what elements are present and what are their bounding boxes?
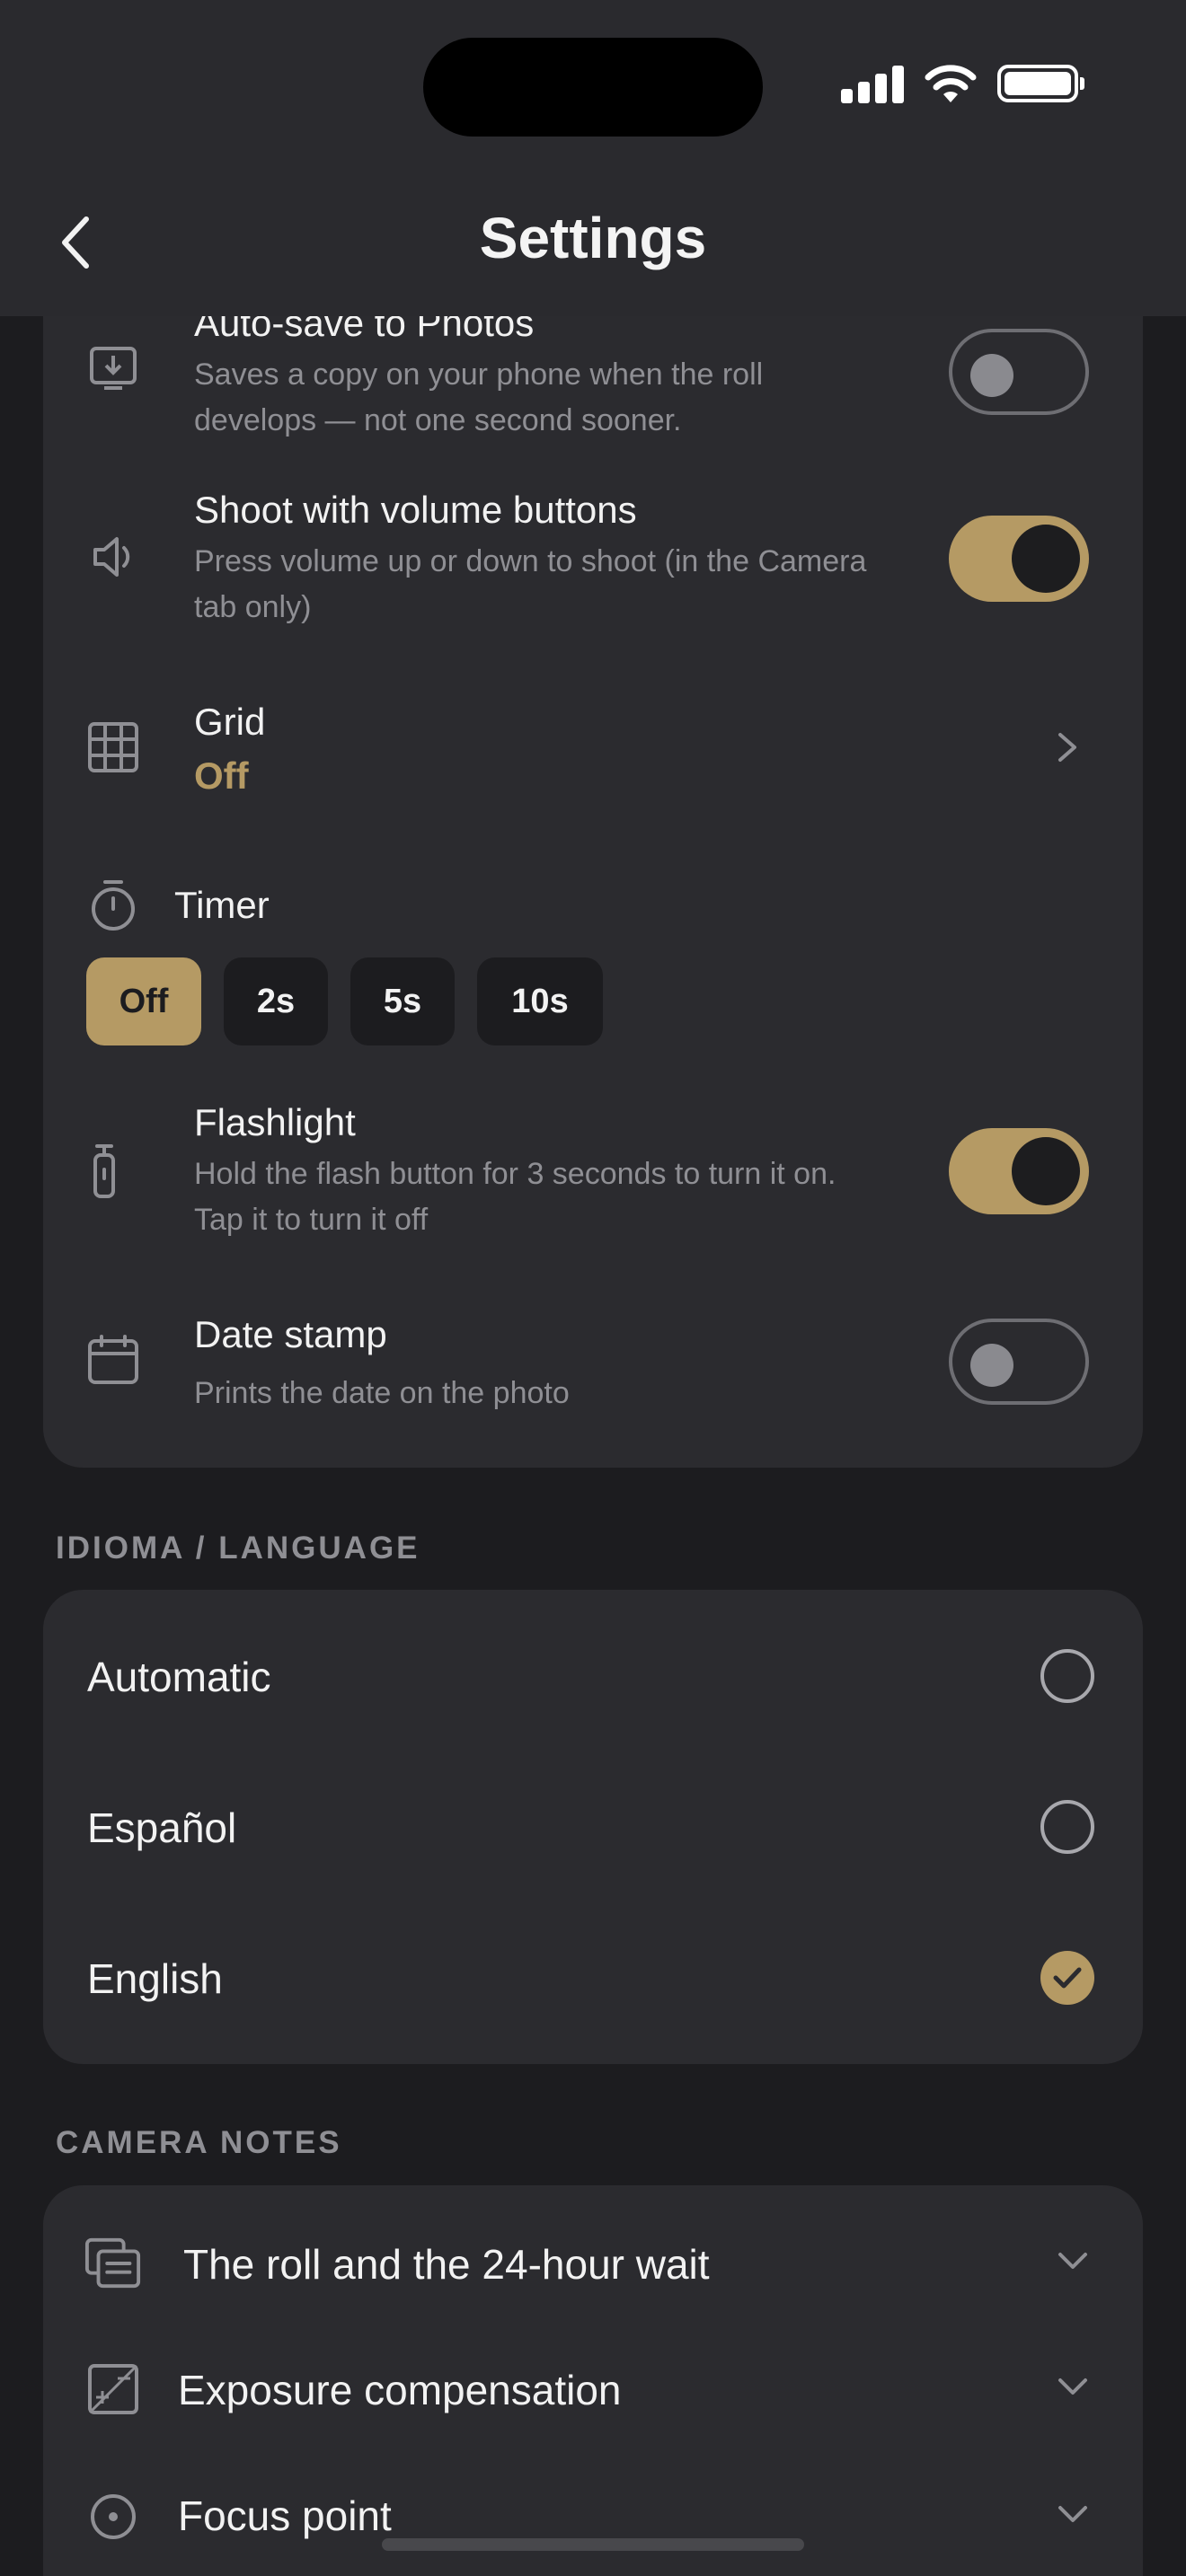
chevron-down-icon xyxy=(1058,2506,1087,2522)
date-stamp-description: Prints the date on the photo xyxy=(194,1376,570,1410)
exposure-icon xyxy=(84,2360,142,2418)
checkmark-icon xyxy=(1053,1967,1082,1989)
auto-save-toggle[interactable] xyxy=(949,329,1089,415)
radio-english[interactable] xyxy=(1040,1951,1094,2005)
cards-icon xyxy=(84,2235,142,2292)
home-indicator[interactable] xyxy=(382,2538,804,2551)
note-label-exposure: Exposure compensation xyxy=(178,2367,622,2413)
timer-title: Timer xyxy=(174,884,270,926)
calendar-icon xyxy=(84,1331,142,1389)
volume-buttons-title: Shoot with volume buttons xyxy=(194,489,637,531)
focus-icon xyxy=(84,2488,142,2545)
speaker-icon xyxy=(84,528,142,586)
grid-value: Off xyxy=(194,754,249,797)
battery-icon xyxy=(997,65,1084,102)
flashlight-toggle[interactable] xyxy=(949,1128,1089,1214)
chevron-down-icon xyxy=(1058,2253,1087,2269)
radio-espanol[interactable] xyxy=(1040,1800,1094,1854)
date-stamp-toggle[interactable] xyxy=(949,1319,1089,1405)
radio-automatic[interactable] xyxy=(1040,1649,1094,1703)
note-label-roll: The roll and the 24-hour wait xyxy=(183,2241,710,2288)
timer-icon xyxy=(84,877,142,934)
camera-settings-card xyxy=(43,269,1143,1468)
camera-notes-section-label: CAMERA NOTES xyxy=(56,2125,342,2160)
navigation-header: Settings xyxy=(0,0,1186,316)
language-label-automatic: Automatic xyxy=(87,1654,271,1700)
timer-option-off[interactable]: Off xyxy=(86,957,201,1045)
grid-title: Grid xyxy=(194,701,266,743)
volume-buttons-description: Press volume up or down to shoot (in the… xyxy=(194,544,867,624)
dynamic-island xyxy=(423,38,763,137)
timer-option-5s[interactable]: 5s xyxy=(350,957,455,1045)
status-bar xyxy=(841,63,1084,104)
flashlight-description: Hold the flash button for 3 seconds to t… xyxy=(194,1157,836,1237)
timer-option-10s[interactable]: 10s xyxy=(477,957,603,1045)
flashlight-title: Flashlight xyxy=(194,1101,356,1143)
download-icon xyxy=(84,340,142,397)
signal-icon xyxy=(841,64,904,103)
chevron-right-icon xyxy=(1058,733,1076,762)
page-title: Settings xyxy=(479,206,707,270)
chevron-down-icon xyxy=(1058,2378,1087,2395)
date-stamp-title: Date stamp xyxy=(194,1313,387,1355)
grid-icon xyxy=(84,719,142,776)
language-label-english: English xyxy=(87,1955,223,2002)
volume-buttons-toggle[interactable] xyxy=(949,516,1089,602)
timer-option-2s[interactable]: 2s xyxy=(224,957,328,1045)
flashlight-icon xyxy=(75,1142,133,1200)
note-label-focus: Focus point xyxy=(178,2492,392,2539)
auto-save-description: Saves a copy on your phone when the roll… xyxy=(194,357,764,437)
wifi-icon xyxy=(925,65,977,102)
language-section-label: IDIOMA / LANGUAGE xyxy=(56,1531,420,1566)
language-label-espanol: Español xyxy=(87,1804,237,1851)
